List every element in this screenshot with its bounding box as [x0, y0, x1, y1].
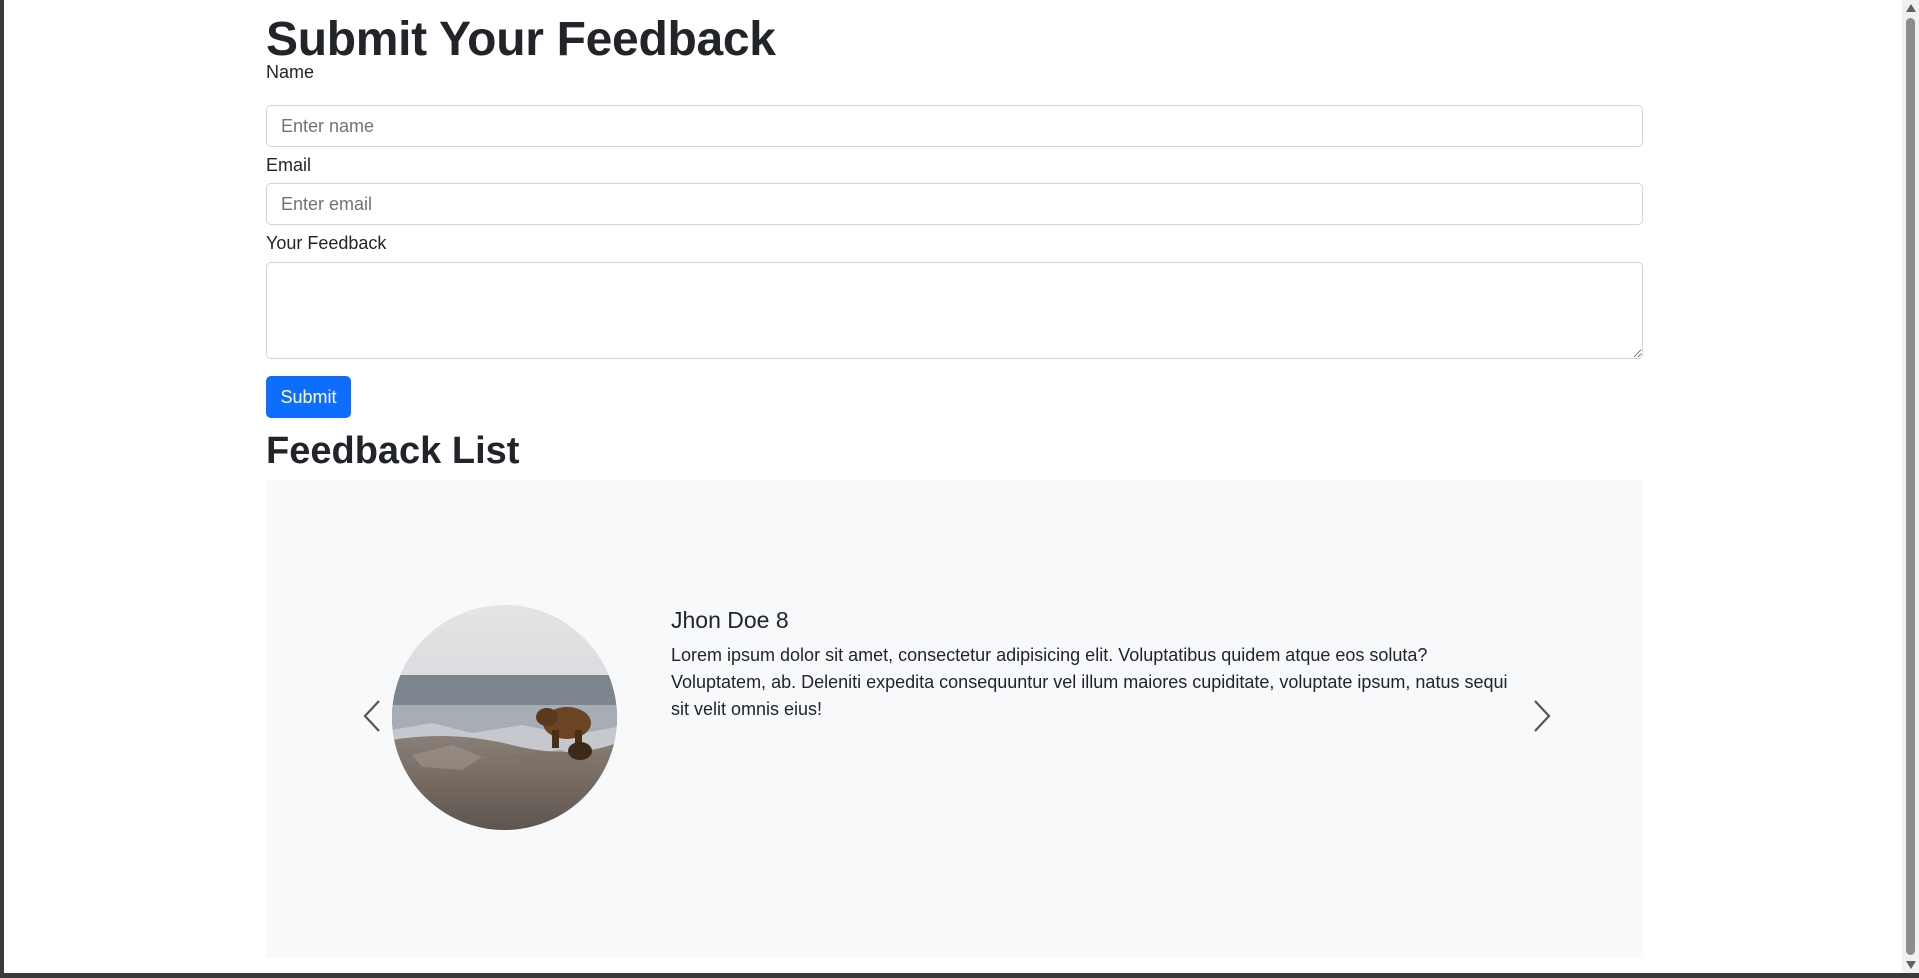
chevron-left-icon [363, 700, 380, 732]
feedback-carousel: Jhon Doe 8 Lorem ipsum dolor sit amet, c… [266, 480, 1643, 958]
bear-photo-image [392, 605, 617, 830]
scrollbar-thumb[interactable] [1906, 18, 1915, 955]
feedback-text: Lorem ipsum dolor sit amet, consectetur … [671, 645, 1508, 719]
feedback-avatar [392, 605, 617, 830]
scroll-up-arrow-icon[interactable] [1905, 3, 1916, 13]
email-input[interactable] [266, 183, 1643, 225]
submit-button[interactable]: Submit [266, 376, 351, 418]
carousel-next-button[interactable] [1522, 696, 1562, 736]
carousel-prev-button[interactable] [352, 696, 392, 736]
page-title: Submit Your Feedback [266, 13, 776, 66]
feedback-label: Your Feedback [266, 233, 387, 253]
feedback-list-title: Feedback List [266, 430, 520, 472]
vertical-scrollbar[interactable] [1902, 0, 1919, 973]
scroll-down-arrow-icon[interactable] [1905, 960, 1916, 970]
feedback-textarea[interactable] [266, 262, 1643, 359]
browser-viewport: Submit Your Feedback Name Email Your Fee… [0, 0, 1919, 978]
feedback-author-name: Jhon Doe 8 [671, 607, 789, 633]
name-input[interactable] [266, 105, 1643, 147]
name-label: Name [266, 62, 315, 82]
chevron-right-icon [1534, 700, 1551, 732]
email-label: Email [266, 155, 312, 175]
